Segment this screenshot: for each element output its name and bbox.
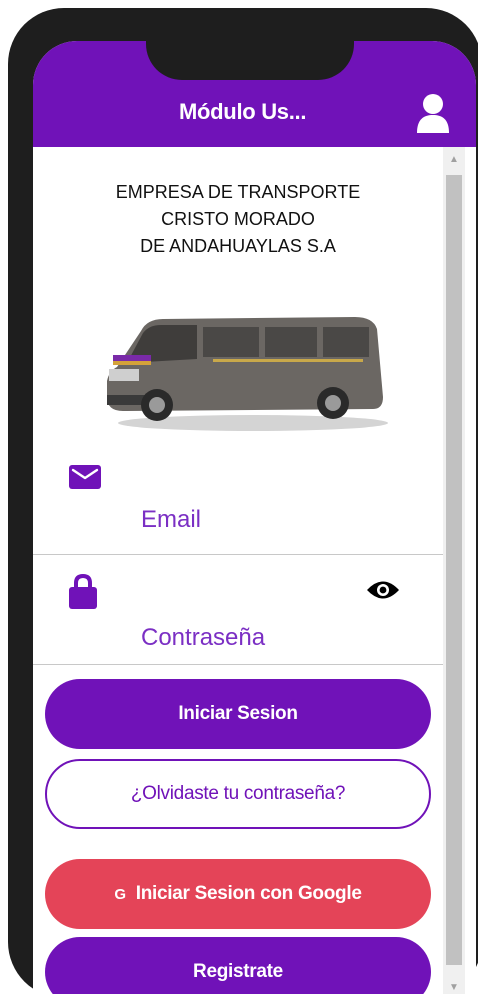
company-name-line-2: CRISTO MORADO xyxy=(161,209,315,229)
mail-icon xyxy=(69,465,101,489)
scroll-down-arrow-icon[interactable]: ▼ xyxy=(443,975,465,994)
app-screen: Módulo Us... EMPRESA DE TRANSPORTE CRIST… xyxy=(33,41,476,994)
email-input[interactable] xyxy=(141,503,401,537)
page-title: Módulo Us... xyxy=(179,99,307,124)
user-icon[interactable] xyxy=(416,93,450,133)
forgot-password-button[interactable]: ¿Olvidaste tu contraseña? xyxy=(45,759,431,829)
scrollbar[interactable]: ▲ ▼ xyxy=(443,147,465,994)
register-button[interactable]: Registrate xyxy=(45,937,431,994)
google-login-label: Iniciar Sesion con Google xyxy=(135,883,362,904)
google-login-button[interactable]: G Iniciar Sesion con Google xyxy=(45,859,431,929)
scroll-thumb[interactable] xyxy=(446,175,462,965)
company-name: EMPRESA DE TRANSPORTE CRISTO MORADO DE A… xyxy=(33,179,443,260)
eye-icon[interactable] xyxy=(366,579,400,601)
van-image xyxy=(107,317,388,431)
password-row xyxy=(33,555,443,665)
company-name-line-1: EMPRESA DE TRANSPORTE xyxy=(115,182,361,202)
login-content: EMPRESA DE TRANSPORTE CRISTO MORADO DE A… xyxy=(33,147,443,994)
google-icon: G xyxy=(114,885,126,903)
company-name-line-3: DE ANDAHUAYLAS S.A xyxy=(140,236,336,256)
login-button[interactable]: Iniciar Sesion xyxy=(45,679,431,749)
lock-icon xyxy=(69,573,97,609)
phone-frame: Módulo Us... EMPRESA DE TRANSPORTE CRIST… xyxy=(8,8,478,994)
password-input[interactable] xyxy=(141,621,401,655)
phone-notch xyxy=(146,26,354,80)
scroll-up-arrow-icon[interactable]: ▲ xyxy=(443,147,465,171)
email-row xyxy=(33,447,443,555)
